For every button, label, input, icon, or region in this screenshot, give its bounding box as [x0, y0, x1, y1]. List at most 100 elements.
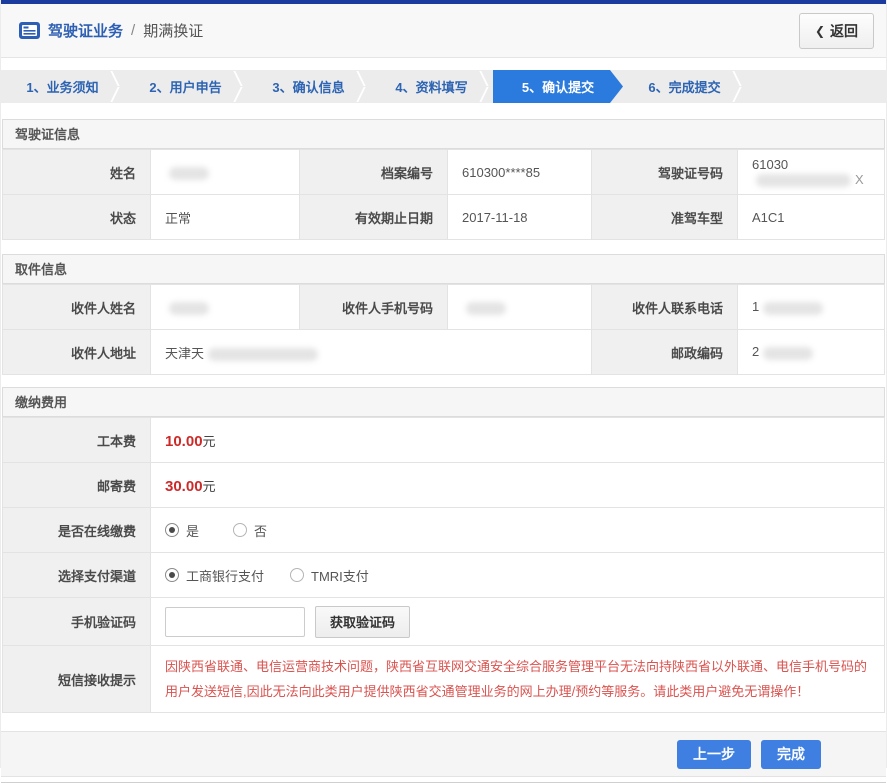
- breadcrumb-separator: /: [131, 22, 136, 39]
- previous-step-button[interactable]: 上一步: [677, 739, 751, 769]
- vehicle-class-label: 准驾车型: [591, 194, 738, 240]
- address-prefix: 天津天: [165, 345, 205, 361]
- recipient-mobile-label: 收件人手机号码: [299, 284, 448, 330]
- table-row: 姓名 档案编号 610300****85 驾驶证号码 61030 X: [2, 149, 885, 195]
- redacted-mobile: [466, 301, 506, 315]
- online-yes-label: 是: [186, 523, 200, 539]
- license-no-label: 驾驶证号码: [591, 149, 738, 195]
- step-2-user-declaration[interactable]: 2、用户申告: [124, 70, 247, 103]
- status-label: 状态: [2, 194, 151, 240]
- page-title-secondary: 期满换证: [143, 23, 204, 40]
- table-row: 手机验证码 获取验证码: [2, 597, 885, 646]
- production-fee-unit: 元: [202, 433, 216, 449]
- section-payment-fees: 缴纳费用 工本费 10.00元 邮寄费 30.00元 是否在线缴费 是 否 选择…: [2, 387, 885, 713]
- payment-channel-label: 选择支付渠道: [2, 552, 151, 598]
- table-row: 短信接收提示 因陕西省联通、电信运营商技术问题，陕西省互联网交通安全综合服务管理…: [2, 645, 885, 713]
- page-title-primary: 驾驶证业务: [48, 23, 124, 40]
- license-no-value: 61030 X: [737, 149, 885, 195]
- back-chevron-icon: ❮: [814, 23, 825, 38]
- table-row: 收件人地址 天津天 邮政编码 2: [2, 329, 885, 375]
- recipient-address-label: 收件人地址: [2, 329, 151, 375]
- phone-prefix: 1: [752, 299, 760, 315]
- recipient-name-label: 收件人姓名: [2, 284, 151, 330]
- page: 驾驶证业务 / 期满换证 ❮ 返回 1、业务须知 2、用户申告 3、确认信息 4…: [0, 0, 887, 783]
- radio-selected-icon[interactable]: [165, 523, 179, 537]
- postcode-value: 2: [737, 329, 885, 375]
- expiry-value: 2017-11-18: [447, 194, 592, 240]
- expiry-label: 有效期止日期: [299, 194, 448, 240]
- online-payment-label: 是否在线缴费: [2, 507, 151, 553]
- step-bar-filler: [746, 70, 886, 103]
- sms-note-text: 因陕西省联通、电信运营商技术问题，陕西省互联网交通安全综合服务管理平台无法向持陕…: [165, 659, 868, 699]
- name-value: [150, 149, 300, 195]
- radio-unselected-icon[interactable]: [290, 568, 305, 582]
- online-payment-yes-option[interactable]: 是: [165, 521, 199, 540]
- table-row: 工本费 10.00元: [2, 417, 885, 463]
- redacted-license-no: [756, 174, 851, 188]
- license-no-suffix: X: [855, 171, 864, 187]
- section-license-title: 驾驶证信息: [2, 119, 885, 149]
- recipient-phone-label: 收件人联系电话: [591, 284, 738, 330]
- online-no-label: 否: [254, 523, 268, 539]
- redacted-phone: [763, 301, 824, 315]
- redacted-address: [208, 347, 319, 361]
- step-progress-bar: 1、业务须知 2、用户申告 3、确认信息 4、资料填写 5、确认提交 6、完成提…: [1, 70, 886, 103]
- finish-button[interactable]: 完成: [761, 739, 821, 769]
- license-table: 姓名 档案编号 610300****85 驾驶证号码 61030 X 状态 正常 …: [2, 149, 885, 240]
- table-row: 选择支付渠道 工商银行支付 TMRI支付: [2, 552, 885, 598]
- step-6-complete-submit[interactable]: 6、完成提交: [623, 70, 746, 103]
- sms-note-label: 短信接收提示: [2, 645, 151, 713]
- vehicle-class-value: A1C1: [737, 194, 885, 240]
- breadcrumb: 驾驶证业务 / 期满换证: [19, 20, 203, 41]
- redacted-name: [169, 166, 209, 180]
- step-5-confirm-submit[interactable]: 5、确认提交: [493, 70, 623, 103]
- postcode-prefix: 2: [752, 344, 760, 360]
- back-button-label: 返回: [830, 22, 858, 39]
- step-3-confirm-info[interactable]: 3、确认信息: [247, 70, 370, 103]
- mailing-fee-label: 邮寄费: [2, 462, 151, 508]
- postcode-label: 邮政编码: [591, 329, 738, 375]
- file-no-label: 档案编号: [299, 149, 448, 195]
- table-row: 邮寄费 30.00元: [2, 462, 885, 508]
- redacted-postcode: [763, 346, 814, 360]
- name-label: 姓名: [2, 149, 151, 195]
- table-row: 是否在线缴费 是 否: [2, 507, 885, 553]
- radio-selected-icon[interactable]: [165, 568, 179, 582]
- radio-unselected-icon[interactable]: [233, 523, 248, 537]
- recipient-mobile-value: [447, 284, 592, 330]
- step-label: 5、确认提交: [521, 80, 595, 95]
- production-fee-value: 10.00元: [150, 417, 885, 463]
- step-label: 3、确认信息: [272, 80, 345, 95]
- table-row: 收件人姓名 收件人手机号码 收件人联系电话 1: [2, 284, 885, 330]
- section-pickup-info: 取件信息 收件人姓名 收件人手机号码 收件人联系电话 1 收件人地址 天津天 邮…: [2, 254, 885, 375]
- verification-code-label: 手机验证码: [2, 597, 151, 646]
- mailing-fee-value: 30.00元: [150, 462, 885, 508]
- get-code-button[interactable]: 获取验证码: [315, 605, 411, 638]
- payment-table: 工本费 10.00元 邮寄费 30.00元 是否在线缴费 是 否 选择支付渠道: [2, 417, 885, 713]
- mailing-fee-amount: 30.00: [165, 477, 203, 495]
- online-payment-no-option[interactable]: 否: [233, 521, 267, 540]
- status-value: 正常: [150, 194, 300, 240]
- table-row: 状态 正常 有效期止日期 2017-11-18 准驾车型 A1C1: [2, 194, 885, 240]
- redacted-recipient-name: [169, 301, 209, 315]
- channel-icbc-option[interactable]: 工商银行支付: [165, 566, 264, 585]
- step-1-business-notice[interactable]: 1、业务须知: [1, 70, 124, 103]
- channel-icbc-label: 工商银行支付: [186, 568, 265, 584]
- back-button[interactable]: ❮ 返回: [798, 12, 874, 49]
- pickup-table: 收件人姓名 收件人手机号码 收件人联系电话 1 收件人地址 天津天 邮政编码 2: [2, 284, 885, 375]
- mailing-fee-unit: 元: [202, 478, 216, 494]
- recipient-address-value: 天津天: [150, 329, 592, 375]
- verification-code-input[interactable]: [165, 606, 305, 637]
- step-4-fill-info[interactable]: 4、资料填写: [370, 70, 493, 103]
- step-label: 6、完成提交: [648, 80, 721, 95]
- recipient-phone-value: 1: [737, 284, 885, 330]
- section-license-info: 驾驶证信息 姓名 档案编号 610300****85 驾驶证号码 61030 X …: [2, 119, 885, 240]
- recipient-name-value: [150, 284, 300, 330]
- page-header: 驾驶证业务 / 期满换证 ❮ 返回: [1, 4, 886, 58]
- payment-channel-options: 工商银行支付 TMRI支付: [150, 552, 885, 598]
- section-pickup-title: 取件信息: [2, 254, 885, 284]
- channel-tmri-label: TMRI支付: [311, 568, 369, 584]
- license-no-prefix: 61030: [752, 156, 789, 172]
- step-label: 2、用户申告: [149, 80, 222, 95]
- channel-tmri-option[interactable]: TMRI支付: [290, 566, 369, 585]
